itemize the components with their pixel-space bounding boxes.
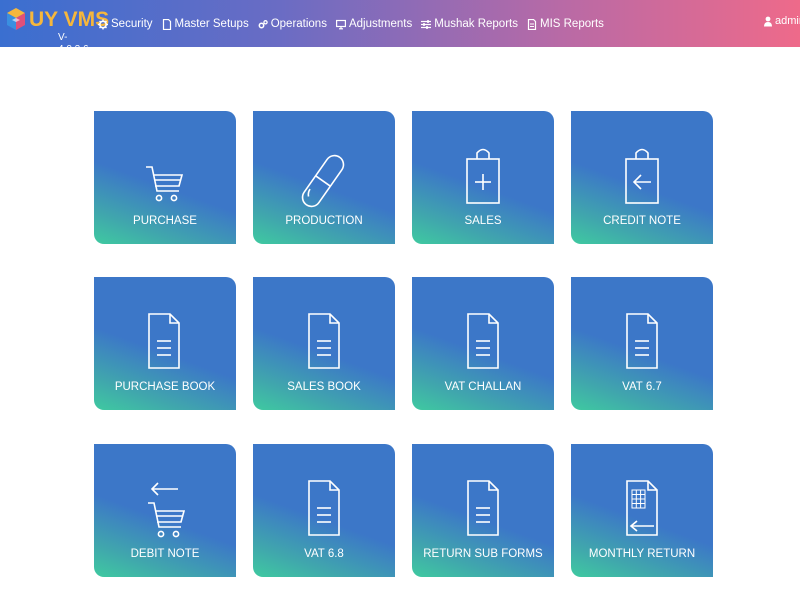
cart-return-icon — [147, 482, 185, 538]
tile-credit-note[interactable]: CREDIT NOTE — [571, 111, 713, 244]
tile-production[interactable]: PRODUCTION — [253, 111, 395, 244]
user-icon — [764, 16, 772, 26]
tile-purchase-book-label: PURCHASE BOOK — [114, 381, 216, 393]
tile-production-label: PRODUCTION — [285, 215, 363, 227]
user-name: admin — [775, 15, 800, 27]
tile-vat-6-7[interactable]: VAT 6.7 — [571, 277, 713, 410]
tile-vat-6-8-label: VAT 6.8 — [304, 548, 344, 560]
nav-mushak-reports[interactable]: Mushak Reports — [421, 15, 518, 33]
cart-icon — [145, 166, 183, 202]
nav-mushak-reports-label: Mushak Reports — [434, 18, 518, 30]
tile-vat-6-7-label: VAT 6.7 — [622, 381, 662, 393]
document-icon — [308, 313, 340, 369]
document-icon — [162, 18, 171, 30]
document-icon — [308, 480, 340, 536]
brand-logo[interactable]: UY VMS V-4.0.2.6 — [6, 5, 109, 55]
main-menu: Security Master Setups Operations Adjust… — [98, 15, 613, 33]
tile-purchase[interactable]: PURCHASE — [94, 111, 236, 244]
bag-plus-icon — [466, 148, 500, 204]
document-icon — [467, 313, 499, 369]
pill-icon — [301, 154, 345, 208]
tile-debit-note-label: DEBIT NOTE — [130, 548, 200, 560]
tile-purchase-book[interactable]: PURCHASE BOOK — [94, 277, 236, 410]
nav-mis-reports[interactable]: MIS Reports — [527, 15, 604, 33]
nav-mis-reports-label: MIS Reports — [539, 18, 604, 30]
tile-debit-note[interactable]: DEBIT NOTE — [94, 444, 236, 577]
tile-return-sub-forms-label: RETURN SUB FORMS — [423, 548, 543, 560]
gear-icon — [98, 19, 108, 29]
tile-vat-challan[interactable]: VAT CHALLAN — [412, 277, 554, 410]
nav-operations-label: Operations — [270, 18, 327, 30]
nav-security-label: Security — [111, 18, 153, 30]
nav-master-setups[interactable]: Master Setups — [162, 15, 249, 33]
nav-adjustments-label: Adjustments — [348, 18, 413, 30]
tile-return-sub-forms[interactable]: RETURN SUB FORMS — [412, 444, 554, 577]
file-icon — [527, 18, 537, 30]
cube-logo-icon — [7, 8, 25, 30]
document-icon — [626, 313, 658, 369]
nav-master-setups-label: Master Setups — [174, 18, 249, 30]
spreadsheet-return-icon — [626, 480, 658, 536]
brand-version: V-4.0.2.6 — [58, 32, 89, 55]
user-menu[interactable]: admin ▾ — [764, 15, 800, 27]
tile-vat-challan-label: VAT CHALLAN — [444, 381, 522, 393]
sliders-icon — [421, 19, 432, 29]
monitor-icon — [335, 19, 346, 29]
bag-return-icon — [625, 148, 659, 204]
gears-icon — [258, 19, 268, 28]
tile-monthly-return-label: MONTHLY RETURN — [588, 548, 696, 560]
tile-monthly-return[interactable]: MONTHLY RETURN — [571, 444, 713, 577]
tile-sales-label: SALES — [464, 215, 502, 227]
top-navbar: UY VMS V-4.0.2.6 Security Master Setups — [0, 0, 800, 55]
nav-security[interactable]: Security — [98, 15, 153, 33]
tile-sales[interactable]: SALES — [412, 111, 554, 244]
document-icon — [467, 480, 499, 536]
tile-credit-note-label: CREDIT NOTE — [603, 215, 681, 227]
document-icon — [148, 313, 180, 369]
tile-sales-book-label: SALES BOOK — [287, 381, 361, 393]
nav-adjustments[interactable]: Adjustments — [335, 15, 413, 33]
tile-sales-book[interactable]: SALES BOOK — [253, 277, 395, 410]
nav-operations[interactable]: Operations — [258, 15, 327, 33]
tile-vat-6-8[interactable]: VAT 6.8 — [253, 444, 395, 577]
tile-purchase-label: PURCHASE — [133, 215, 197, 227]
